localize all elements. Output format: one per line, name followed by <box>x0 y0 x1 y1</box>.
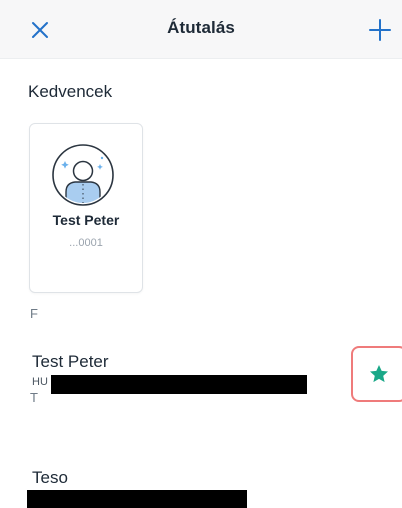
plus-icon <box>369 19 391 41</box>
account-prefix: HU <box>32 376 48 388</box>
page-title: Átutalás <box>167 18 235 37</box>
star-icon <box>370 365 388 383</box>
top-bar: Átutalás <box>0 0 402 59</box>
user-avatar-icon <box>52 144 114 206</box>
redacted-account-number <box>51 375 307 394</box>
favorite-toggle-button[interactable] <box>351 346 402 402</box>
group-letter: T <box>30 390 38 405</box>
contact-name: Test Peter <box>32 352 109 371</box>
contact-row[interactable]: Teso <box>0 460 402 508</box>
add-button[interactable] <box>364 14 396 46</box>
contact-name: Teso <box>32 468 68 487</box>
favorites-title: Kedvencek <box>28 82 113 101</box>
group-letter: F <box>30 306 38 321</box>
transfer-screen: Átutalás Kedvencek Test Peter ...0001 F … <box>0 0 402 508</box>
redacted-account-number <box>27 490 247 508</box>
favorite-account: ...0001 <box>69 237 103 249</box>
favorite-name: Test Peter <box>52 212 120 228</box>
favorite-card[interactable]: Test Peter ...0001 <box>29 123 143 293</box>
contact-row[interactable]: Test Peter HU <box>0 346 402 402</box>
